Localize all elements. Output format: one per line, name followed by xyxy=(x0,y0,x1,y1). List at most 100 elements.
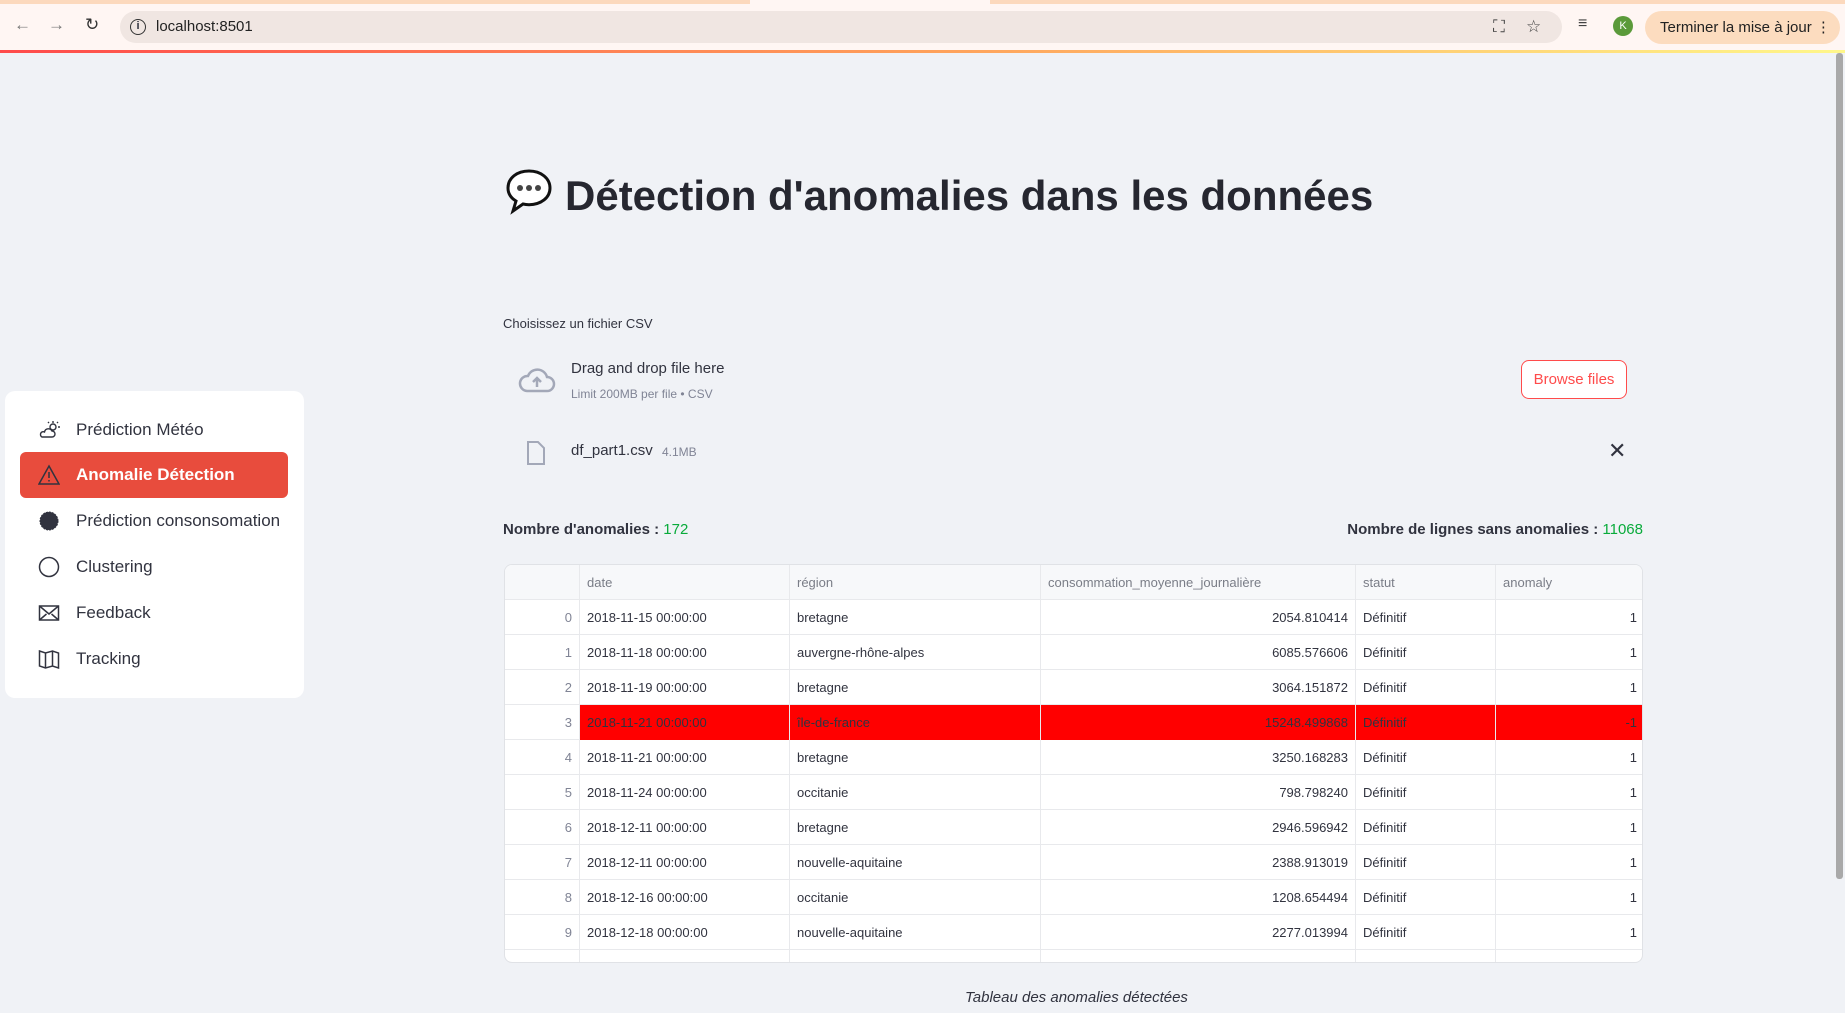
column-header[interactable]: statut xyxy=(1356,565,1496,600)
sidebar-item-prediction-meteo[interactable]: Prédiction Météo xyxy=(20,407,288,453)
table-cell[interactable]: 2018-12-18 00:00:00 xyxy=(580,915,790,950)
forward-icon[interactable]: → xyxy=(48,15,65,35)
table-cell[interactable]: 1 xyxy=(1496,600,1642,635)
table-cell[interactable]: 3064.151872 xyxy=(1041,670,1356,705)
site-info-icon[interactable]: i xyxy=(130,19,146,35)
table-row[interactable] xyxy=(505,950,1642,962)
table-cell[interactable]: 1 xyxy=(1496,775,1642,810)
table-cell[interactable]: Définitif xyxy=(1356,635,1496,670)
table-cell[interactable]: auvergne-rhône-alpes xyxy=(790,635,1041,670)
table-cell[interactable]: Définitif xyxy=(1356,775,1496,810)
table-cell[interactable]: 5 xyxy=(505,775,580,810)
sidebar-item-feedback[interactable]: Feedback xyxy=(20,590,288,636)
table-cell[interactable]: 2018-12-11 00:00:00 xyxy=(580,845,790,880)
table-cell[interactable] xyxy=(790,950,1041,962)
table-cell[interactable]: 6 xyxy=(505,810,580,845)
table-cell[interactable]: occitanie xyxy=(790,880,1041,915)
column-header[interactable]: anomaly xyxy=(1496,565,1642,600)
table-cell[interactable]: 8 xyxy=(505,880,580,915)
table-cell[interactable]: Définitif xyxy=(1356,915,1496,950)
more-icon[interactable]: ⋮ xyxy=(1816,19,1831,36)
table-cell[interactable]: 798.798240 xyxy=(1041,775,1356,810)
table-cell[interactable]: 2018-11-21 00:00:00 xyxy=(580,740,790,775)
table-cell[interactable]: Définitif xyxy=(1356,705,1496,740)
table-cell[interactable]: 9 xyxy=(505,915,580,950)
table-row[interactable]: 9 2018-12-18 00:00:00 nouvelle-aquitaine 22… xyxy=(505,915,1642,950)
sidebar-item-prediction-consommation[interactable]: Prédiction consonsomation xyxy=(20,498,288,544)
table-cell[interactable]: Définitif xyxy=(1356,845,1496,880)
table-cell[interactable]: île-de-france xyxy=(790,705,1041,740)
table-cell[interactable]: Définitif xyxy=(1356,740,1496,775)
table-cell[interactable]: bretagne xyxy=(790,600,1041,635)
table-cell[interactable]: Définitif xyxy=(1356,810,1496,845)
table-cell[interactable]: 2018-12-16 00:00:00 xyxy=(580,880,790,915)
translate-icon[interactable]: ⛶ xyxy=(1493,17,1505,37)
sidebar-item-clustering[interactable]: Clustering xyxy=(20,544,288,590)
table-row[interactable]: 4 2018-11-21 00:00:00 bretagne 3250.168283 D… xyxy=(505,740,1642,775)
address-bar[interactable]: i localhost:8501 ⛶ ☆ xyxy=(120,11,1562,43)
table-cell[interactable]: 4 xyxy=(505,740,580,775)
table-cell[interactable]: 2018-11-21 00:00:00 xyxy=(580,705,790,740)
drag-drop-text[interactable]: Drag and drop file here xyxy=(571,360,724,377)
table-cell[interactable]: 1 xyxy=(1496,670,1642,705)
table-cell[interactable]: 2018-11-19 00:00:00 xyxy=(580,670,790,705)
table-cell[interactable]: 1 xyxy=(1496,740,1642,775)
table-row[interactable]: 1 2018-11-18 00:00:00 auvergne-rhône-alpes… xyxy=(505,635,1642,670)
table-cell[interactable]: 2388.913019 xyxy=(1041,845,1356,880)
table-cell[interactable]: Définitif xyxy=(1356,880,1496,915)
table-cell[interactable]: 1 xyxy=(1496,880,1642,915)
sidebar-item-tracking[interactable]: Tracking xyxy=(20,636,288,682)
table-cell[interactable] xyxy=(505,950,580,962)
table-row[interactable]: 0 2018-11-15 00:00:00 bretagne 2054.810414 D… xyxy=(505,600,1642,635)
reading-list-icon[interactable]: ≡ xyxy=(1578,15,1587,33)
table-cell[interactable]: Définitif xyxy=(1356,600,1496,635)
table-row[interactable]: 7 2018-12-11 00:00:00 nouvelle-aquitaine 23… xyxy=(505,845,1642,880)
table-row[interactable]: 8 2018-12-16 00:00:00 occitanie 1208.654494… xyxy=(505,880,1642,915)
table-cell[interactable]: occitanie xyxy=(790,775,1041,810)
table-cell[interactable]: 1 xyxy=(1496,845,1642,880)
star-icon[interactable]: ☆ xyxy=(1526,17,1541,37)
table-cell[interactable]: 1 xyxy=(1496,635,1642,670)
table-row[interactable]: 5 2018-11-24 00:00:00 occitanie 798.798240 D… xyxy=(505,775,1642,810)
table-cell[interactable]: 6085.576606 xyxy=(1041,635,1356,670)
table-cell[interactable]: -1 xyxy=(1496,705,1642,740)
update-button[interactable]: Terminer la mise à jour ⋮ xyxy=(1645,11,1840,44)
table-cell[interactable] xyxy=(1496,950,1642,962)
back-icon[interactable]: ← xyxy=(14,15,31,35)
table-cell[interactable]: bretagne xyxy=(790,740,1041,775)
table-cell[interactable]: 1 xyxy=(1496,810,1642,845)
table-cell[interactable]: 3 xyxy=(505,705,580,740)
table-cell[interactable]: 1 xyxy=(505,635,580,670)
table-cell[interactable]: Définitif xyxy=(1356,670,1496,705)
table-row[interactable]: 6 2018-12-11 00:00:00 bretagne 2946.596942 D… xyxy=(505,810,1642,845)
table-cell[interactable]: 1 xyxy=(1496,915,1642,950)
url-text[interactable]: localhost:8501 xyxy=(156,18,253,35)
table-cell[interactable]: nouvelle-aquitaine xyxy=(790,845,1041,880)
remove-file-icon[interactable]: ✕ xyxy=(1608,438,1626,464)
table-cell[interactable]: 2018-12-11 00:00:00 xyxy=(580,810,790,845)
table-cell[interactable]: 2946.596942 xyxy=(1041,810,1356,845)
column-header[interactable]: région xyxy=(790,565,1041,600)
table-cell[interactable]: 1208.654494 xyxy=(1041,880,1356,915)
table-cell[interactable]: 2018-11-24 00:00:00 xyxy=(580,775,790,810)
avatar[interactable]: K xyxy=(1613,16,1633,36)
browse-files-button[interactable]: Browse files xyxy=(1521,360,1627,399)
table-row[interactable]: 3 2018-11-21 00:00:00 île-de-france 15248.4… xyxy=(505,705,1642,740)
anomalies-table[interactable]: date région consommation_moyenne_journaliè… xyxy=(504,564,1643,963)
column-header[interactable] xyxy=(505,565,580,600)
column-header[interactable]: consommation_moyenne_journalière xyxy=(1041,565,1356,600)
reload-icon[interactable]: ↻ xyxy=(85,15,99,35)
table-cell[interactable]: bretagne xyxy=(790,670,1041,705)
table-cell[interactable]: bretagne xyxy=(790,810,1041,845)
table-cell[interactable]: 2054.810414 xyxy=(1041,600,1356,635)
table-cell[interactable]: 3250.168283 xyxy=(1041,740,1356,775)
table-cell[interactable]: 2 xyxy=(505,670,580,705)
table-header-row[interactable]: date région consommation_moyenne_journaliè… xyxy=(505,565,1642,600)
table-cell[interactable] xyxy=(1041,950,1356,962)
table-row[interactable]: 2 2018-11-19 00:00:00 bretagne 3064.151872 D… xyxy=(505,670,1642,705)
table-cell[interactable] xyxy=(1356,950,1496,962)
table-cell[interactable]: 0 xyxy=(505,600,580,635)
table-cell[interactable]: 15248.499868 xyxy=(1041,705,1356,740)
table-cell[interactable]: 2018-11-18 00:00:00 xyxy=(580,635,790,670)
column-header[interactable]: date xyxy=(580,565,790,600)
